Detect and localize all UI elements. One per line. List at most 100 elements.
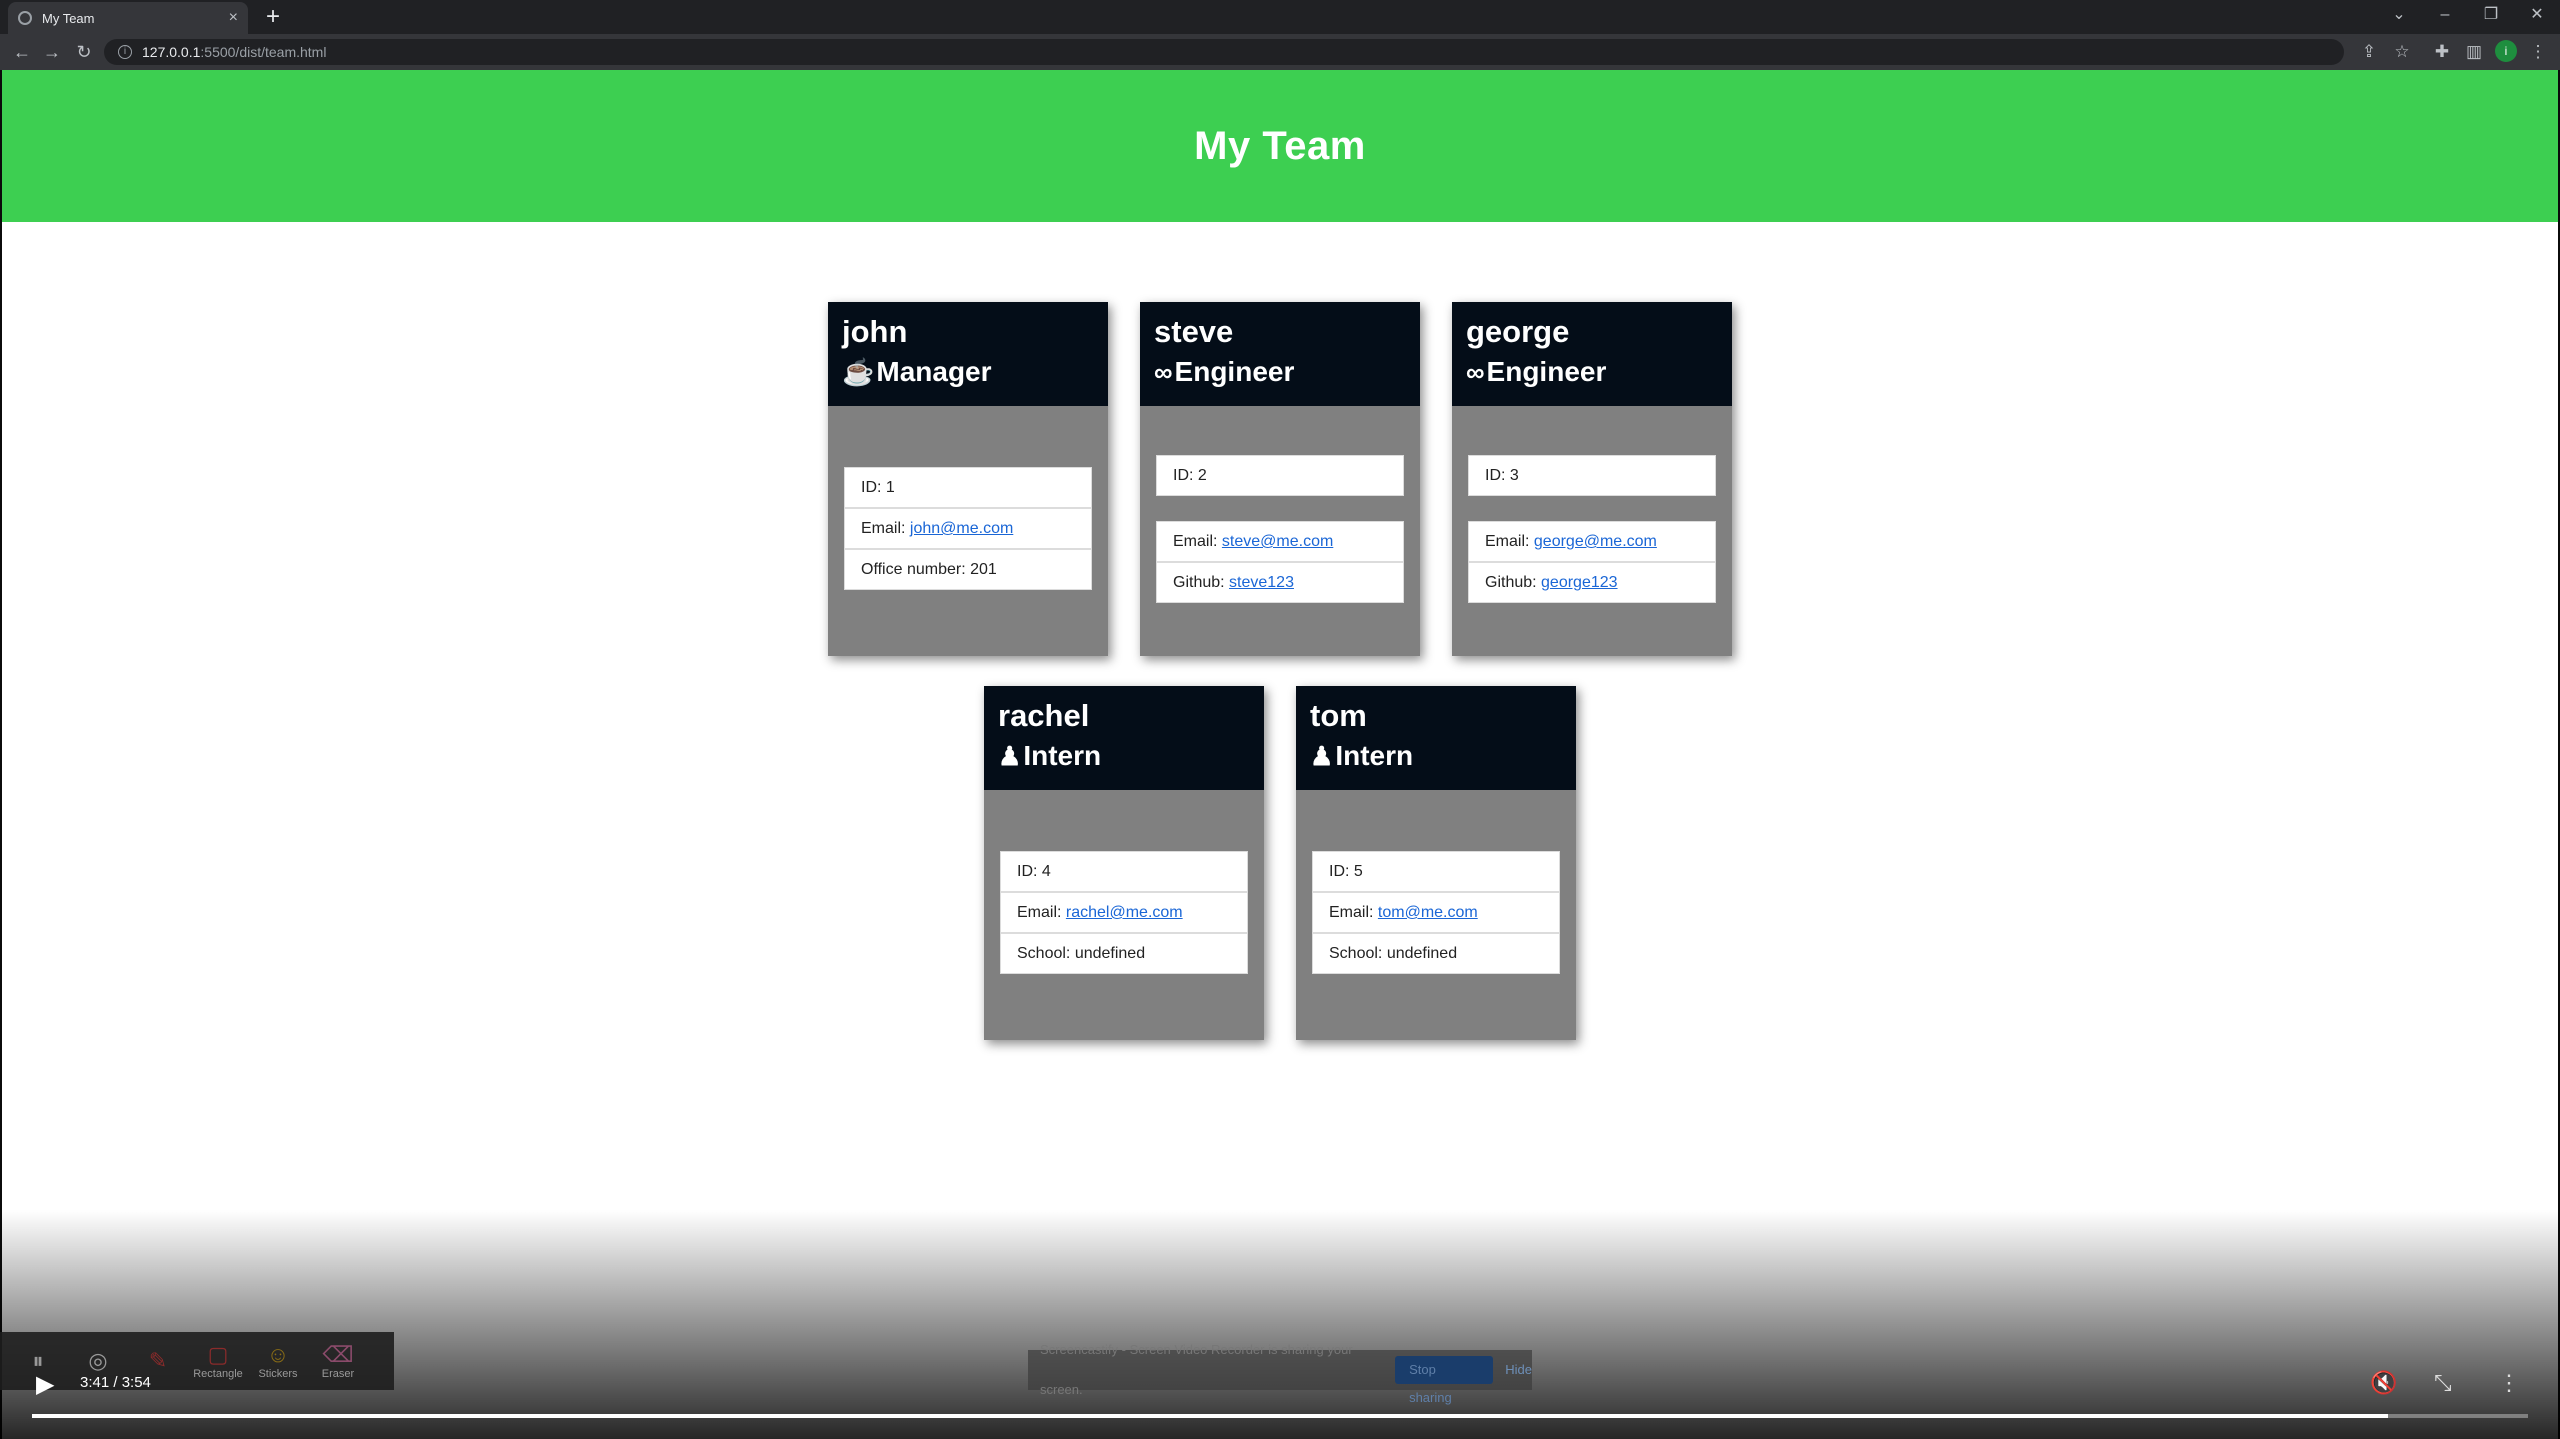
minimize-button[interactable]: –: [2422, 0, 2468, 34]
email-link[interactable]: steve@me.com: [1222, 533, 1333, 550]
id-row: ID: 5: [1312, 851, 1560, 892]
url-path: :5500/dist/team.html: [200, 44, 327, 60]
more-options-icon[interactable]: ⋮: [2498, 1370, 2520, 1396]
email-link[interactable]: george@me.com: [1534, 533, 1657, 550]
address-bar[interactable]: i 127.0.0.1:5500/dist/team.html: [104, 39, 2344, 65]
browser-tab[interactable]: My Team ×: [8, 2, 248, 34]
stickers-label: Stickers: [258, 1368, 298, 1380]
school-label: School:: [1017, 945, 1075, 962]
school-row: School: undefined: [1000, 933, 1248, 974]
exit-fullscreen-icon[interactable]: ⤡: [2434, 1370, 2452, 1396]
card-header: john ☕ Manager: [828, 302, 1108, 406]
school-row: School: undefined: [1312, 933, 1560, 974]
tab-title: My Team: [42, 10, 95, 26]
rectangle-tool-button[interactable]: ▢ Rectangle: [188, 1342, 248, 1380]
page-title: My Team: [1194, 123, 1366, 168]
card-header: rachel ♟ Intern: [984, 686, 1264, 790]
browser-toolbar: ← → ↻ i 127.0.0.1:5500/dist/team.html ⇪ …: [0, 34, 2560, 70]
employee-name: rachel: [998, 698, 1090, 733]
github-label: Github:: [1485, 574, 1542, 591]
employee-name: tom: [1310, 698, 1367, 733]
mute-icon[interactable]: 🔇: [2370, 1370, 2397, 1396]
github-link[interactable]: george123: [1541, 574, 1618, 591]
card-details: ID: 5 Email: tom@me.com School: undefine…: [1312, 851, 1560, 974]
video-progress-bar[interactable]: [32, 1414, 2528, 1418]
email-row: Email: rachel@me.com: [1000, 892, 1248, 933]
github-row: Github: steve123: [1156, 562, 1404, 603]
play-icon[interactable]: ▶: [36, 1370, 54, 1399]
office-label: Office number:: [861, 561, 971, 578]
employee-name: john: [842, 314, 908, 349]
cursor-tool-button[interactable]: ◎: [68, 1348, 128, 1374]
school-value: undefined: [1074, 945, 1146, 962]
screen-share-notification: Screencastify - Screen Video Recorder is…: [1028, 1342, 1532, 1405]
email-link[interactable]: john@me.com: [910, 520, 1013, 537]
close-tab-icon[interactable]: ×: [229, 9, 238, 27]
stop-sharing-button[interactable]: Stop sharing: [1395, 1356, 1494, 1405]
info-icon[interactable]: i: [118, 45, 132, 59]
email-label: Email:: [1329, 904, 1378, 921]
globe-icon: [18, 11, 32, 25]
coffee-icon: ☕: [842, 357, 875, 387]
chevron-down-icon[interactable]: ⌄: [2376, 0, 2422, 34]
employee-role: Engineer: [1486, 356, 1607, 387]
stickers-tool-button[interactable]: ☺ Stickers: [248, 1342, 308, 1380]
glasses-icon: ∞: [1466, 357, 1485, 387]
graduate-icon: ♟: [998, 741, 1022, 771]
school-label: School:: [1329, 945, 1387, 962]
side-panel-icon[interactable]: ▥: [2460, 38, 2488, 66]
email-label: Email:: [1173, 533, 1222, 550]
new-tab-button[interactable]: +: [258, 2, 288, 32]
restore-button[interactable]: ❐: [2468, 0, 2514, 34]
office-number: 201: [970, 561, 997, 578]
email-link[interactable]: rachel@me.com: [1066, 904, 1183, 921]
bookmark-star-icon[interactable]: ☆: [2388, 38, 2416, 66]
employee-card: george ∞ Engineer ID: 3 Email: george@me.…: [1452, 302, 1732, 656]
url-host: 127.0.0.1: [142, 44, 201, 60]
employee-role: Engineer: [1174, 356, 1295, 387]
github-row: Github: george123: [1468, 562, 1716, 603]
forward-icon[interactable]: →: [38, 38, 66, 66]
video-progress-fill: [32, 1414, 2389, 1418]
card-header: steve ∞ Engineer: [1140, 302, 1420, 406]
employee-card: rachel ♟ Intern ID: 4 Email: rachel@me.co…: [984, 686, 1264, 1040]
eraser-label: Eraser: [321, 1368, 355, 1380]
eraser-tool-button[interactable]: ⌫ Eraser: [308, 1342, 368, 1380]
graduate-icon: ♟: [1310, 741, 1334, 771]
employee-card: steve ∞ Engineer ID: 2 Email: steve@me.co…: [1140, 302, 1420, 656]
employee-role: Manager: [876, 356, 992, 387]
email-link[interactable]: tom@me.com: [1378, 904, 1478, 921]
page-header: My Team: [2, 70, 2558, 222]
id-row: ID: 3: [1468, 455, 1716, 496]
employee-card: john ☕ Manager ID: 1 Email: john@me.com O…: [828, 302, 1108, 656]
glasses-icon: ∞: [1154, 357, 1173, 387]
github-label: Github:: [1173, 574, 1230, 591]
extensions-puzzle-icon[interactable]: ✚: [2428, 38, 2456, 66]
employee-role: Intern: [1335, 740, 1414, 771]
email-label: Email:: [861, 520, 910, 537]
card-details: ID: 1 Email: john@me.com Office number: …: [844, 467, 1092, 590]
rectangle-label: Rectangle: [193, 1368, 243, 1380]
employee-name: steve: [1154, 314, 1234, 349]
employee-name: george: [1466, 314, 1570, 349]
hide-button[interactable]: Hide: [1505, 1350, 1532, 1390]
github-link[interactable]: steve123: [1229, 574, 1294, 591]
office-row: Office number: 201: [844, 549, 1092, 590]
menu-kebab-icon[interactable]: ⋮: [2524, 38, 2552, 66]
share-icon[interactable]: ⇪: [2355, 38, 2383, 66]
profile-avatar[interactable]: i: [2495, 40, 2517, 62]
close-window-button[interactable]: ✕: [2514, 0, 2560, 34]
email-row: Email: john@me.com: [844, 508, 1092, 549]
card-details: ID: 3 Email: george@me.com Github: georg…: [1468, 455, 1716, 603]
email-row: Email: steve@me.com: [1156, 521, 1404, 562]
browser-tab-strip: My Team × + ⌄ – ❐ ✕: [0, 0, 2560, 34]
reload-icon[interactable]: ↻: [70, 38, 98, 66]
id-row: ID: 1: [844, 467, 1092, 508]
id-row: ID: 4: [1000, 851, 1248, 892]
email-label: Email:: [1017, 904, 1066, 921]
back-icon[interactable]: ←: [8, 38, 36, 66]
card-details: ID: 2 Email: steve@me.com Github: steve1…: [1156, 455, 1404, 603]
card-header: george ∞ Engineer: [1452, 302, 1732, 406]
id-row: ID: 2: [1156, 455, 1404, 496]
pen-tool-button[interactable]: ✎: [128, 1348, 188, 1374]
